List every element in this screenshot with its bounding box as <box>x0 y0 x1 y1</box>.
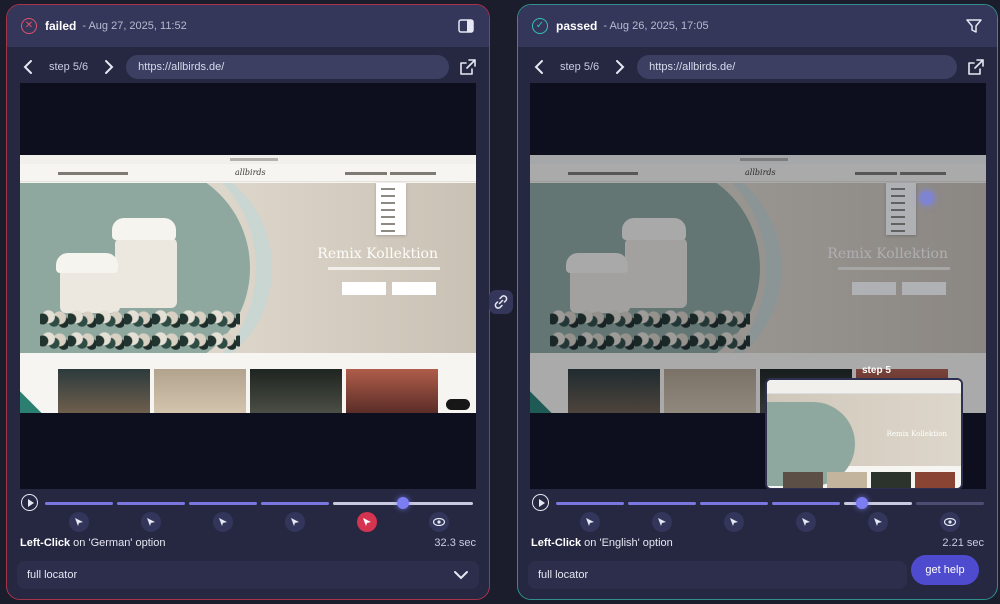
side-panel-toggle-icon[interactable] <box>457 17 475 35</box>
hero-banner: Remix Kollektion <box>20 183 476 353</box>
passed-check-icon: ✓ <box>532 18 548 34</box>
hero-button-herren <box>392 282 436 295</box>
site-nav: allbirds <box>20 165 476 182</box>
full-locator-accordion[interactable]: full locator <box>17 561 479 589</box>
step-counter: step 5/6 <box>49 61 89 73</box>
action-verb: Left-Click <box>20 537 71 549</box>
url-field[interactable]: https://allbirds.de/ <box>637 55 957 79</box>
step-navigation: step 5/6 https://allbirds.de/ <box>518 52 997 82</box>
locator-label: full locator <box>538 569 589 581</box>
step-marker-click-icon[interactable] <box>652 512 672 532</box>
prev-step-icon[interactable] <box>19 58 37 76</box>
action-target: on 'English' option <box>581 537 673 549</box>
step-marker-click-icon[interactable] <box>868 512 888 532</box>
step-action: Left-Click on 'German' option <box>20 537 165 549</box>
step-marker-click-icon[interactable] <box>580 512 600 532</box>
website-screenshot: allbirds Remix Kollektion <box>530 155 986 413</box>
full-locator-accordion[interactable]: full locator <box>528 561 907 589</box>
timeline-knob[interactable] <box>397 497 409 509</box>
open-external-icon[interactable] <box>967 58 985 76</box>
step-duration: 32.3 sec <box>434 537 476 549</box>
step-navigation: step 5/6 https://allbirds.de/ <box>7 52 489 82</box>
hero-button-damen <box>342 282 386 295</box>
step-action: Left-Click on 'English' option <box>531 537 673 549</box>
step-marker-click-icon[interactable] <box>213 512 233 532</box>
chevron-down-icon[interactable] <box>453 567 469 583</box>
locator-label: full locator <box>27 569 78 581</box>
step-marker-failed-click-icon[interactable] <box>357 512 377 532</box>
get-help-button[interactable]: get help <box>911 555 979 585</box>
step-preview-label: step 5 <box>862 365 891 376</box>
recording-screenshot: allbirds Remix Kollektion <box>20 83 476 489</box>
step-marker-click-icon[interactable] <box>724 512 744 532</box>
action-target: on 'German' option <box>70 537 166 549</box>
run-header: ✕ failed - Aug 27, 2025, 11:52 <box>7 5 489 47</box>
step-marker-click-icon[interactable] <box>69 512 89 532</box>
step-preview-thumbnail[interactable]: Remix Kollektion <box>765 378 963 489</box>
next-step-icon[interactable] <box>100 58 118 76</box>
product-tiles <box>20 369 476 413</box>
language-dropdown <box>376 183 406 235</box>
next-step-icon[interactable] <box>611 58 629 76</box>
step-marker-eye-icon[interactable] <box>940 512 960 532</box>
site-logo: allbirds <box>235 168 266 177</box>
filter-icon[interactable] <box>965 17 983 35</box>
link-sync-icon[interactable] <box>489 290 513 314</box>
timeline-knob[interactable] <box>856 497 868 509</box>
chat-button <box>446 399 470 410</box>
passed-run-panel: ✓ passed - Aug 26, 2025, 17:05 step 5/6 … <box>517 4 998 600</box>
step-marker-click-icon[interactable] <box>141 512 161 532</box>
hero-title: Remix Kollektion <box>317 246 438 262</box>
prev-step-icon[interactable] <box>530 58 548 76</box>
failed-x-icon: ✕ <box>21 18 37 34</box>
step-counter: step 5/6 <box>560 61 600 73</box>
action-verb: Left-Click <box>531 537 582 549</box>
run-date: - Aug 26, 2025, 17:05 <box>603 20 709 32</box>
run-status: failed <box>45 19 77 33</box>
step-markers <box>7 512 489 534</box>
recording-screenshot: allbirds Remix Kollektion <box>530 83 986 489</box>
run-header: ✓ passed - Aug 26, 2025, 17:05 <box>518 5 997 47</box>
promo-bar <box>20 155 476 164</box>
run-date: - Aug 27, 2025, 11:52 <box>82 20 187 32</box>
failed-run-panel: ✕ failed - Aug 27, 2025, 11:52 step 5/6 … <box>6 4 490 600</box>
url-field[interactable]: https://allbirds.de/ <box>126 55 449 79</box>
step-marker-click-icon[interactable] <box>285 512 305 532</box>
preview-hero-title: Remix Kollektion <box>886 430 947 438</box>
open-external-icon[interactable] <box>459 58 477 76</box>
step-markers <box>518 512 997 534</box>
click-cursor-indicator <box>920 191 934 205</box>
website-screenshot: allbirds Remix Kollektion <box>20 155 476 413</box>
comparison-view: ✕ failed - Aug 27, 2025, 11:52 step 5/6 … <box>0 0 1000 604</box>
play-icon[interactable] <box>532 494 549 511</box>
step-duration: 2.21 sec <box>942 537 984 549</box>
run-status: passed <box>556 19 598 33</box>
step-marker-eye-icon[interactable] <box>429 512 449 532</box>
step-marker-click-icon[interactable] <box>796 512 816 532</box>
play-icon[interactable] <box>21 494 38 511</box>
